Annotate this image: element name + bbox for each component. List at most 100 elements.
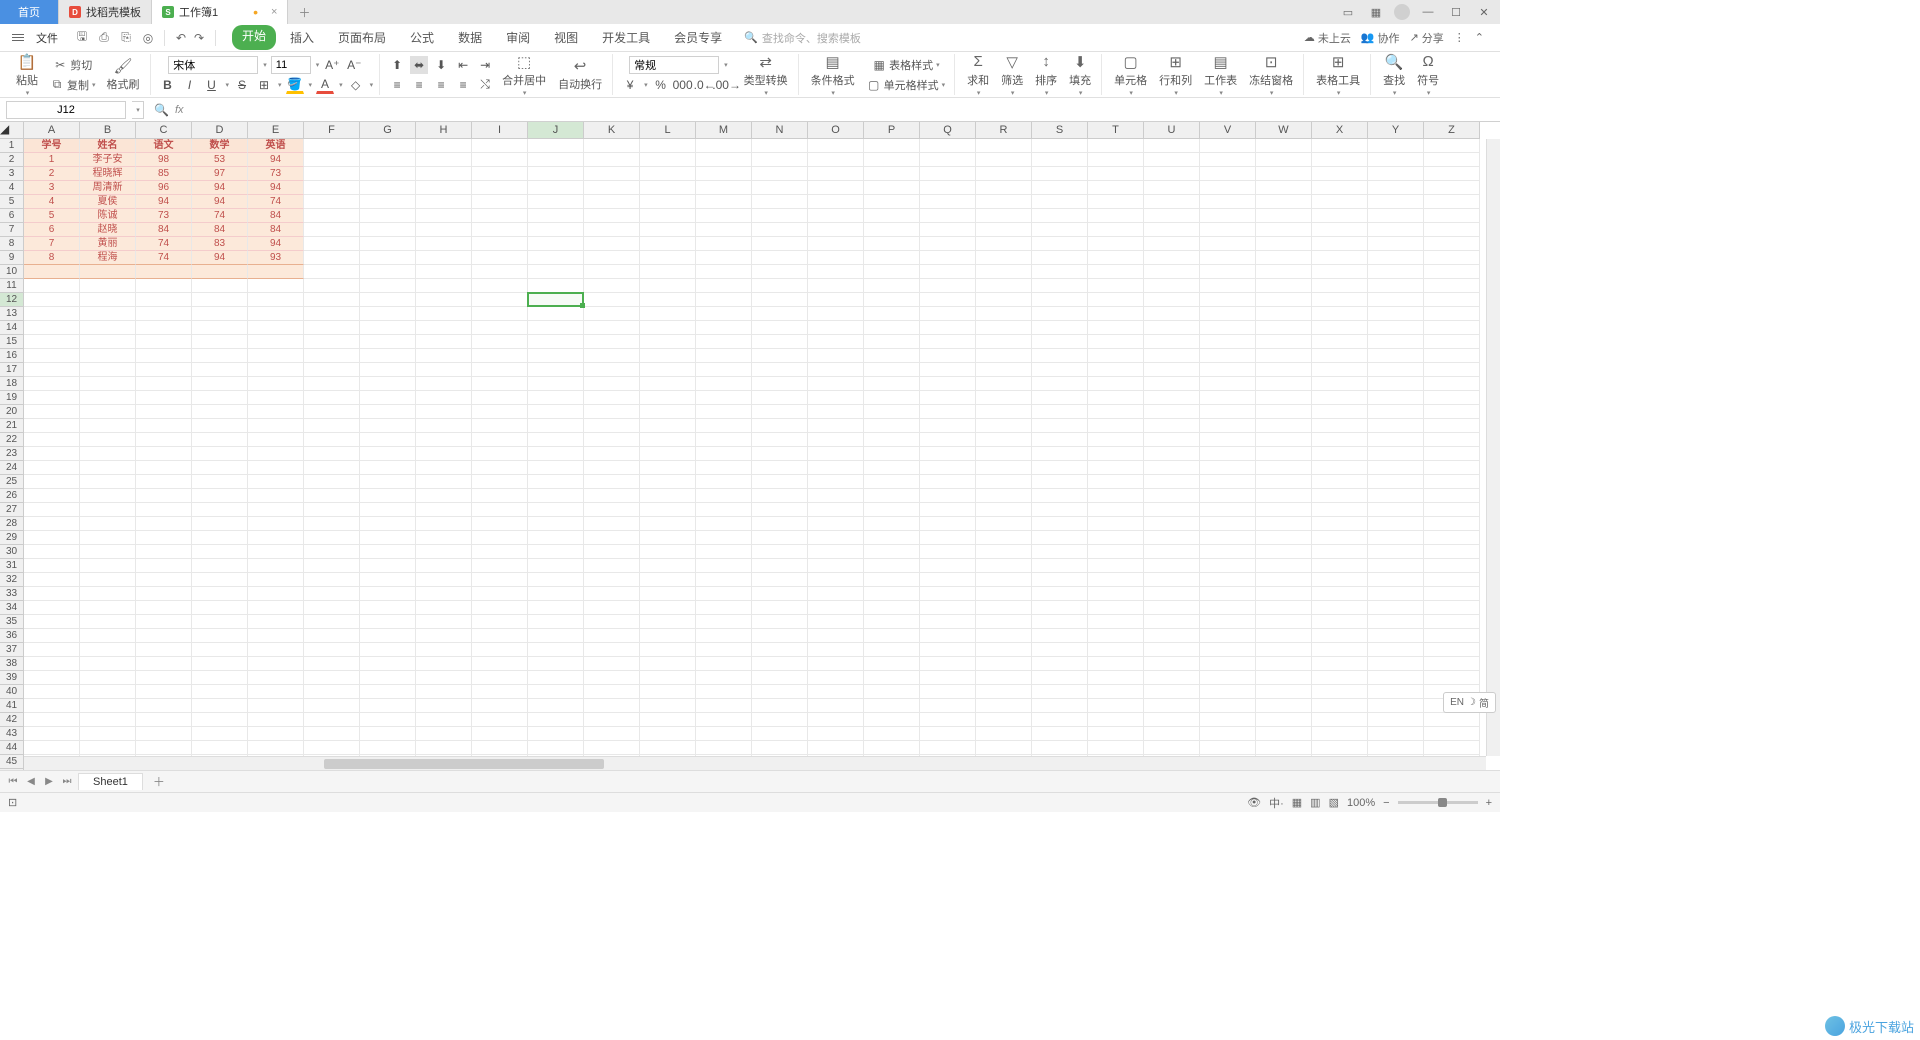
col-header-R[interactable]: R bbox=[976, 122, 1032, 139]
cell[interactable] bbox=[248, 419, 304, 433]
cell[interactable] bbox=[752, 419, 808, 433]
row-header[interactable]: 20 bbox=[0, 405, 24, 419]
select-all-corner[interactable]: ◢ bbox=[0, 122, 24, 139]
col-header-B[interactable]: B bbox=[80, 122, 136, 139]
cell[interactable] bbox=[304, 671, 360, 685]
cell[interactable] bbox=[80, 405, 136, 419]
cell[interactable] bbox=[808, 699, 864, 713]
cell[interactable] bbox=[920, 671, 976, 685]
cell[interactable] bbox=[1144, 559, 1200, 573]
cell[interactable] bbox=[864, 671, 920, 685]
cell[interactable] bbox=[1088, 181, 1144, 195]
cell[interactable] bbox=[24, 545, 80, 559]
cell[interactable]: 陈诚 bbox=[80, 209, 136, 223]
cell[interactable] bbox=[808, 405, 864, 419]
cell[interactable] bbox=[528, 293, 584, 307]
font-color-button[interactable]: A bbox=[316, 76, 334, 94]
cell[interactable] bbox=[1424, 601, 1480, 615]
cell[interactable] bbox=[808, 671, 864, 685]
cell[interactable] bbox=[528, 195, 584, 209]
col-header-P[interactable]: P bbox=[864, 122, 920, 139]
cell[interactable] bbox=[808, 307, 864, 321]
number-format-select[interactable] bbox=[629, 56, 719, 74]
cell[interactable] bbox=[640, 195, 696, 209]
row-header[interactable]: 43 bbox=[0, 727, 24, 741]
cell[interactable] bbox=[920, 321, 976, 335]
cell[interactable] bbox=[1256, 615, 1312, 629]
cell[interactable] bbox=[528, 251, 584, 265]
cell[interactable] bbox=[80, 713, 136, 727]
cell[interactable] bbox=[752, 461, 808, 475]
cell[interactable] bbox=[920, 307, 976, 321]
cell[interactable] bbox=[1032, 349, 1088, 363]
cell[interactable] bbox=[920, 461, 976, 475]
cell[interactable] bbox=[528, 237, 584, 251]
cell[interactable] bbox=[248, 643, 304, 657]
cell[interactable] bbox=[976, 685, 1032, 699]
cell[interactable] bbox=[864, 279, 920, 293]
cell[interactable] bbox=[1088, 601, 1144, 615]
cell[interactable] bbox=[528, 419, 584, 433]
tab-workbook[interactable]: S 工作簿1 • × bbox=[152, 0, 288, 24]
cell[interactable] bbox=[248, 447, 304, 461]
cell[interactable] bbox=[808, 545, 864, 559]
cell[interactable] bbox=[416, 713, 472, 727]
cell[interactable] bbox=[920, 573, 976, 587]
cell[interactable] bbox=[360, 419, 416, 433]
cell[interactable] bbox=[360, 405, 416, 419]
cell[interactable] bbox=[1200, 363, 1256, 377]
cell[interactable] bbox=[976, 391, 1032, 405]
cell[interactable] bbox=[192, 741, 248, 755]
cell[interactable] bbox=[1144, 321, 1200, 335]
cell[interactable] bbox=[864, 727, 920, 741]
cell[interactable] bbox=[192, 461, 248, 475]
cell[interactable] bbox=[472, 643, 528, 657]
cell[interactable] bbox=[416, 489, 472, 503]
cell[interactable] bbox=[1312, 237, 1368, 251]
cell[interactable] bbox=[920, 265, 976, 279]
cell[interactable] bbox=[136, 461, 192, 475]
cell[interactable] bbox=[1312, 615, 1368, 629]
cell[interactable] bbox=[1256, 167, 1312, 181]
cell[interactable] bbox=[1144, 307, 1200, 321]
cell[interactable] bbox=[416, 237, 472, 251]
cell[interactable] bbox=[80, 615, 136, 629]
cell[interactable]: 程晓辉 bbox=[80, 167, 136, 181]
cell[interactable] bbox=[696, 237, 752, 251]
cell[interactable] bbox=[864, 321, 920, 335]
cell[interactable] bbox=[584, 503, 640, 517]
cell[interactable] bbox=[584, 167, 640, 181]
cell[interactable] bbox=[1256, 741, 1312, 755]
cell[interactable] bbox=[976, 643, 1032, 657]
cell[interactable] bbox=[1200, 643, 1256, 657]
sum-button[interactable]: Σ求和▾ bbox=[963, 51, 993, 99]
cell[interactable] bbox=[24, 629, 80, 643]
cell[interactable] bbox=[696, 545, 752, 559]
cell[interactable] bbox=[584, 447, 640, 461]
cell[interactable] bbox=[304, 405, 360, 419]
cell[interactable] bbox=[24, 335, 80, 349]
cell[interactable] bbox=[584, 713, 640, 727]
cell[interactable] bbox=[360, 377, 416, 391]
cell[interactable] bbox=[1032, 419, 1088, 433]
cell[interactable] bbox=[808, 391, 864, 405]
cell[interactable] bbox=[80, 335, 136, 349]
cell[interactable] bbox=[80, 461, 136, 475]
cell[interactable] bbox=[136, 391, 192, 405]
cell[interactable] bbox=[416, 643, 472, 657]
cell[interactable] bbox=[1088, 405, 1144, 419]
cell[interactable] bbox=[1200, 419, 1256, 433]
row-header[interactable]: 32 bbox=[0, 573, 24, 587]
cell[interactable] bbox=[976, 489, 1032, 503]
cell[interactable]: 94 bbox=[136, 195, 192, 209]
cell[interactable] bbox=[1368, 139, 1424, 153]
cell[interactable] bbox=[976, 209, 1032, 223]
cell[interactable] bbox=[528, 727, 584, 741]
cell[interactable] bbox=[1032, 545, 1088, 559]
cell[interactable] bbox=[304, 741, 360, 755]
cell[interactable] bbox=[472, 517, 528, 531]
cell[interactable] bbox=[1088, 433, 1144, 447]
cell[interactable] bbox=[136, 727, 192, 741]
cell[interactable] bbox=[1032, 237, 1088, 251]
cell[interactable] bbox=[192, 727, 248, 741]
